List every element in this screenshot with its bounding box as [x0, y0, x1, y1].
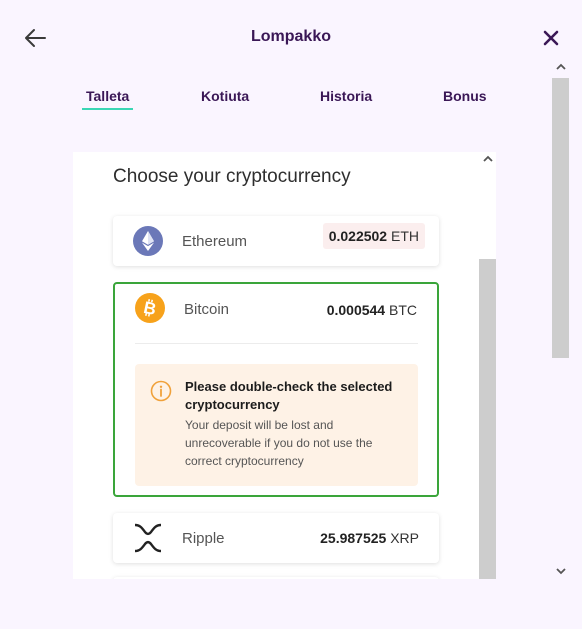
header: Lompakko [0, 0, 582, 76]
close-icon [543, 30, 559, 46]
divider [135, 343, 418, 344]
amount-unit: XRP [390, 530, 419, 546]
tab-bonus[interactable]: Bonus [443, 88, 487, 104]
tab-kotiuta[interactable]: Kotiuta [201, 88, 249, 104]
panel-title: Choose your cryptocurrency [113, 166, 351, 187]
coin-card-next[interactable] [113, 577, 439, 579]
chevron-up-icon[interactable] [479, 152, 496, 166]
inner-scroll-thumb[interactable] [479, 259, 496, 579]
tab-talleta[interactable]: Talleta [81, 88, 134, 110]
amount-value: 25.987525 [320, 530, 387, 546]
close-button[interactable] [541, 28, 561, 48]
ethereum-icon [133, 226, 163, 256]
crypto-panel: Choose your cryptocurrency Ethereum 0.02… [73, 152, 496, 579]
outer-scrollbar[interactable] [551, 60, 570, 580]
warning-text: Your deposit will be lost and unrecovera… [185, 418, 373, 468]
coin-name: Ripple [182, 530, 225, 547]
coin-name: Bitcoin [184, 301, 230, 318]
coin-amount: 25.987525 XRP [320, 530, 419, 546]
amount-unit: ETH [391, 228, 419, 244]
coin-amount: 0.000544 BTC [327, 302, 417, 318]
tab-historia[interactable]: Historia [320, 88, 372, 104]
info-icon [150, 380, 172, 402]
chevron-down-icon[interactable] [552, 564, 569, 578]
outer-scroll-thumb[interactable] [552, 78, 569, 358]
amount-unit: BTC [389, 302, 417, 318]
ripple-icon [134, 523, 162, 553]
warning-title: Please double-check the selected cryptoc… [185, 379, 393, 412]
coin-amount: 0.022502 ETH [322, 223, 425, 249]
inner-scrollbar[interactable] [479, 152, 496, 579]
coin-card-bitcoin[interactable]: B Bitcoin 0.000544 BTC Please double-che… [113, 282, 439, 497]
coin-card-ethereum[interactable]: Ethereum 0.022502 ETH [113, 216, 439, 266]
bitcoin-icon: B [135, 293, 165, 323]
coin-name: Ethereum [182, 233, 248, 250]
page-title: Lompakko [250, 28, 331, 45]
coin-card-ripple[interactable]: Ripple 25.987525 XRP [113, 513, 439, 563]
amount-value: 0.000544 [326, 302, 386, 318]
amount-value: 0.022502 [328, 228, 388, 244]
tab-bar: Talleta Kotiuta Historia Bonus [0, 88, 582, 114]
warning-box: Please double-check the selected cryptoc… [135, 364, 418, 486]
chevron-up-icon[interactable] [552, 60, 569, 74]
